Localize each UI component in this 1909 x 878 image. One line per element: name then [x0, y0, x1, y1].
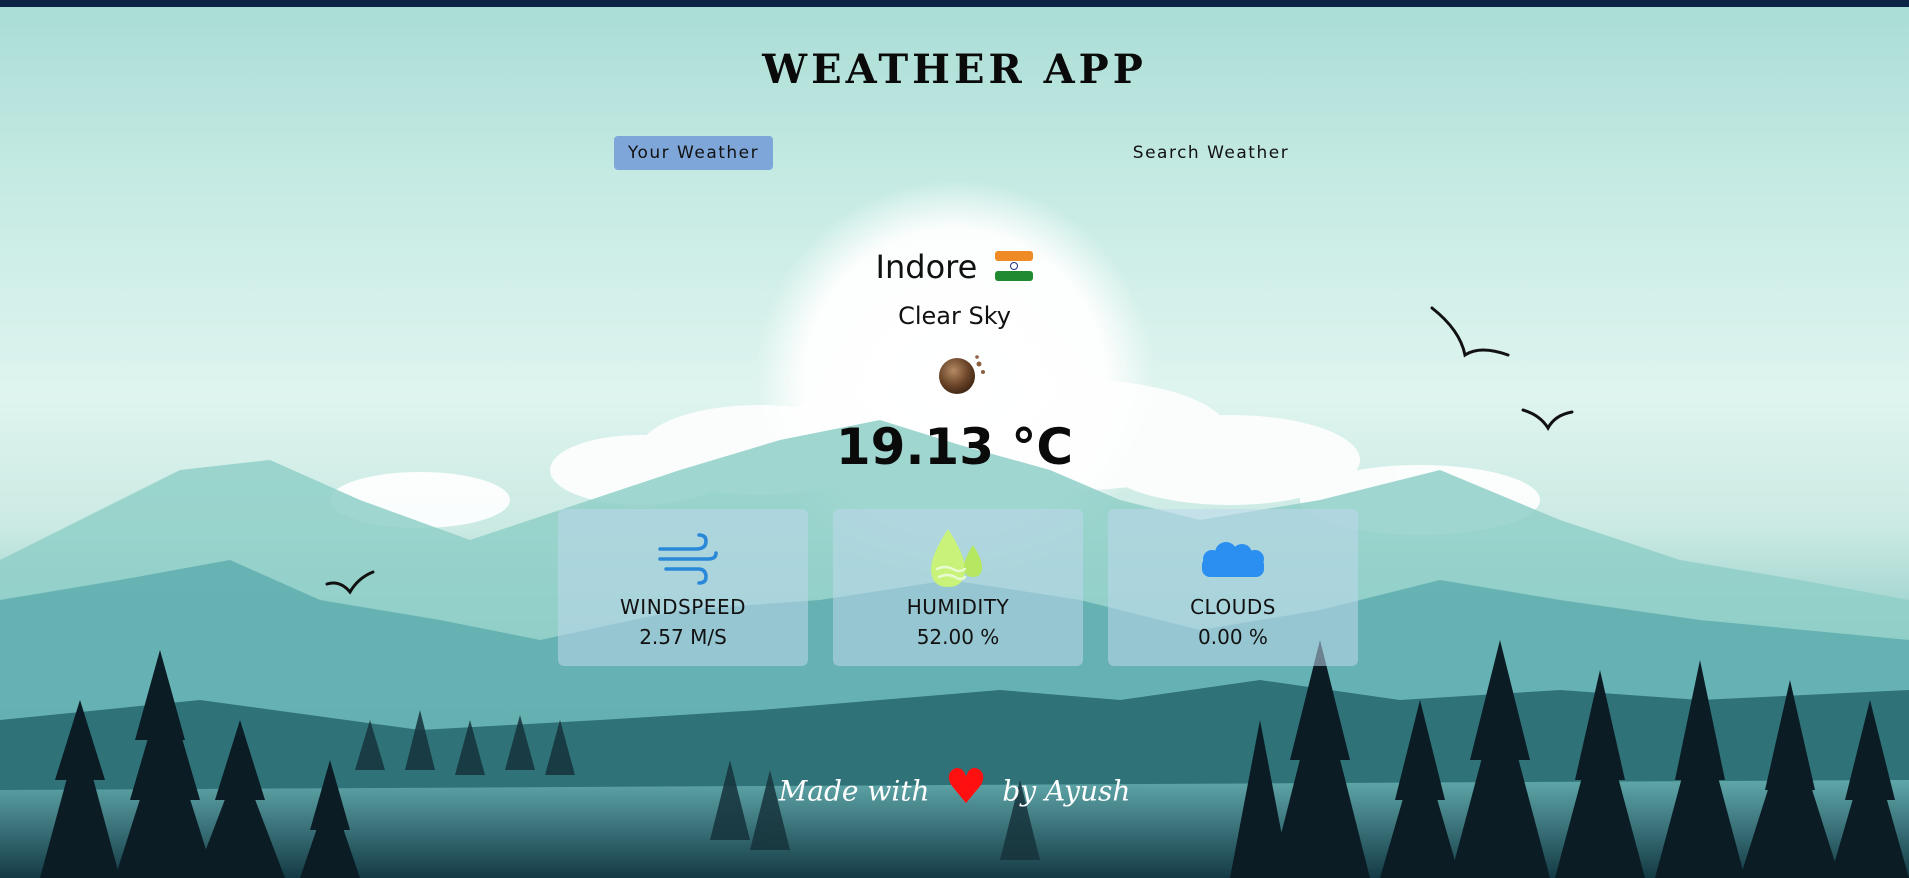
weather-description: Clear Sky: [898, 302, 1011, 330]
heart-icon: ♥: [944, 759, 988, 815]
india-flag-icon: [995, 251, 1034, 281]
cloud-icon: [1202, 542, 1264, 577]
windspeed-label: WINDSPEED: [620, 595, 746, 619]
clouds-card: CLOUDS 0.00 %: [1108, 509, 1358, 666]
humidity-card: HUMIDITY 52.00 %: [833, 509, 1083, 666]
footer-credit: Made with ♥ by Ayush: [0, 759, 1909, 821]
humidity-label: HUMIDITY: [906, 595, 1010, 619]
humidity-drop-icon: [931, 529, 982, 587]
page-title: WEATHER APP: [762, 46, 1147, 93]
windspeed-value: 2.57 M/S: [639, 625, 727, 649]
clouds-label: CLOUDS: [1190, 595, 1276, 619]
clouds-value: 0.00 %: [1198, 625, 1268, 649]
humidity-value: 52.00 %: [916, 625, 1000, 649]
footer-prefix: Made with: [778, 774, 930, 808]
weather-app-page: WEATHER APP Your Weather Search Weather …: [0, 0, 1909, 878]
tab-your-weather[interactable]: Your Weather: [614, 136, 773, 170]
footer-suffix: by Ayush: [1002, 774, 1131, 808]
city-heading: Indore: [0, 248, 1909, 286]
windspeed-card: WINDSPEED 2.57 M/S: [558, 509, 808, 666]
temperature-value: 19.13 °C: [835, 418, 1074, 476]
weather-condition-icon: [939, 355, 985, 394]
city-name: Indore: [875, 248, 978, 286]
tab-search-weather[interactable]: Search Weather: [1120, 136, 1302, 170]
wind-icon: [658, 533, 718, 585]
